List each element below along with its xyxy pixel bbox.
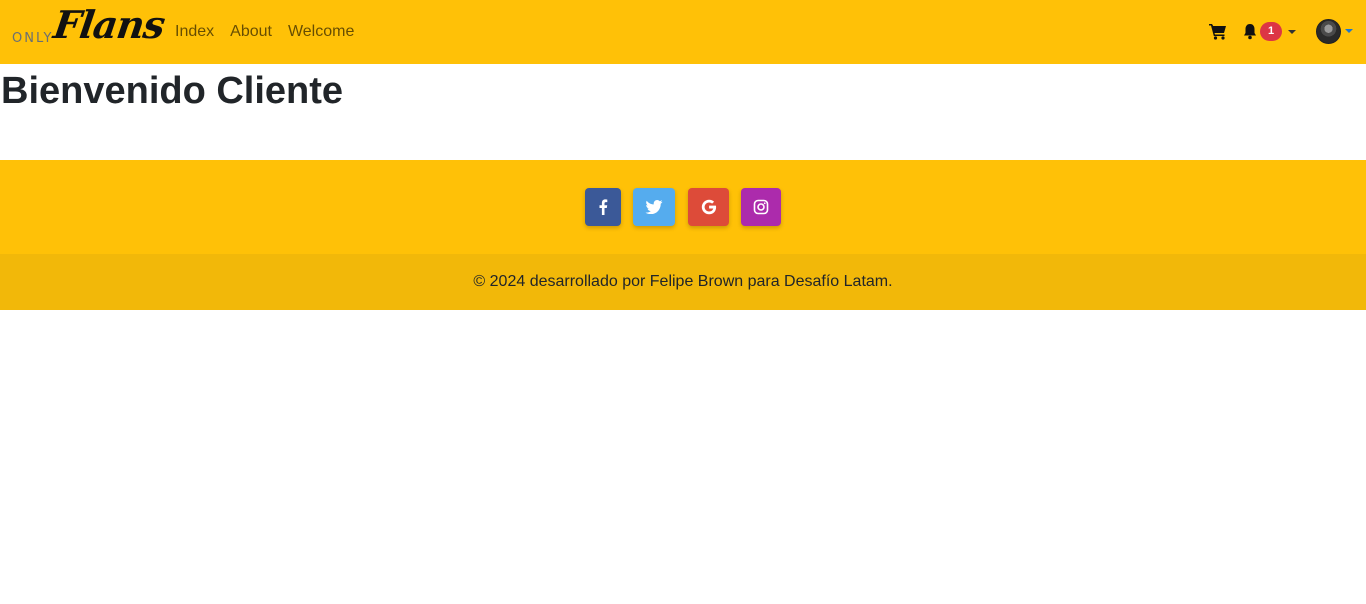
twitter-button[interactable] [633, 188, 675, 226]
brand-logo[interactable]: ONLY Flans [12, 2, 167, 54]
instagram-button[interactable] [741, 188, 781, 226]
profile-dropdown[interactable] [1316, 18, 1356, 46]
facebook-icon [599, 199, 608, 215]
facebook-button[interactable] [585, 188, 621, 226]
bell-icon [1244, 24, 1256, 40]
notifications-dropdown[interactable]: 1 [1242, 18, 1304, 46]
shopping-cart-icon [1209, 24, 1226, 40]
nav-link-index[interactable]: Index [175, 22, 214, 42]
notification-count-badge: 1 [1260, 22, 1282, 41]
chevron-down-icon [1288, 30, 1296, 34]
google-icon [701, 199, 716, 215]
cart-button[interactable] [1209, 23, 1227, 40]
brand-prefix: ONLY [12, 31, 54, 46]
chevron-down-icon [1345, 29, 1353, 33]
google-button[interactable] [688, 188, 729, 226]
copyright-text: © 2024 desarrollado por Felipe Brown par… [473, 273, 893, 290]
nav-link-about[interactable]: About [230, 22, 272, 42]
page-title: Bienvenido Cliente [1, 70, 344, 112]
nav-link-welcome[interactable]: Welcome [288, 22, 354, 42]
social-section [0, 160, 1366, 254]
navbar: ONLY Flans Index About Welcome 1 [0, 0, 1366, 64]
copyright-bar: © 2024 desarrollado por Felipe Brown par… [0, 254, 1366, 310]
brand-script: Flans [50, 2, 168, 47]
instagram-icon [753, 199, 769, 215]
nav-links: Index About Welcome [175, 22, 370, 42]
avatar [1316, 19, 1341, 44]
twitter-icon [645, 200, 663, 214]
